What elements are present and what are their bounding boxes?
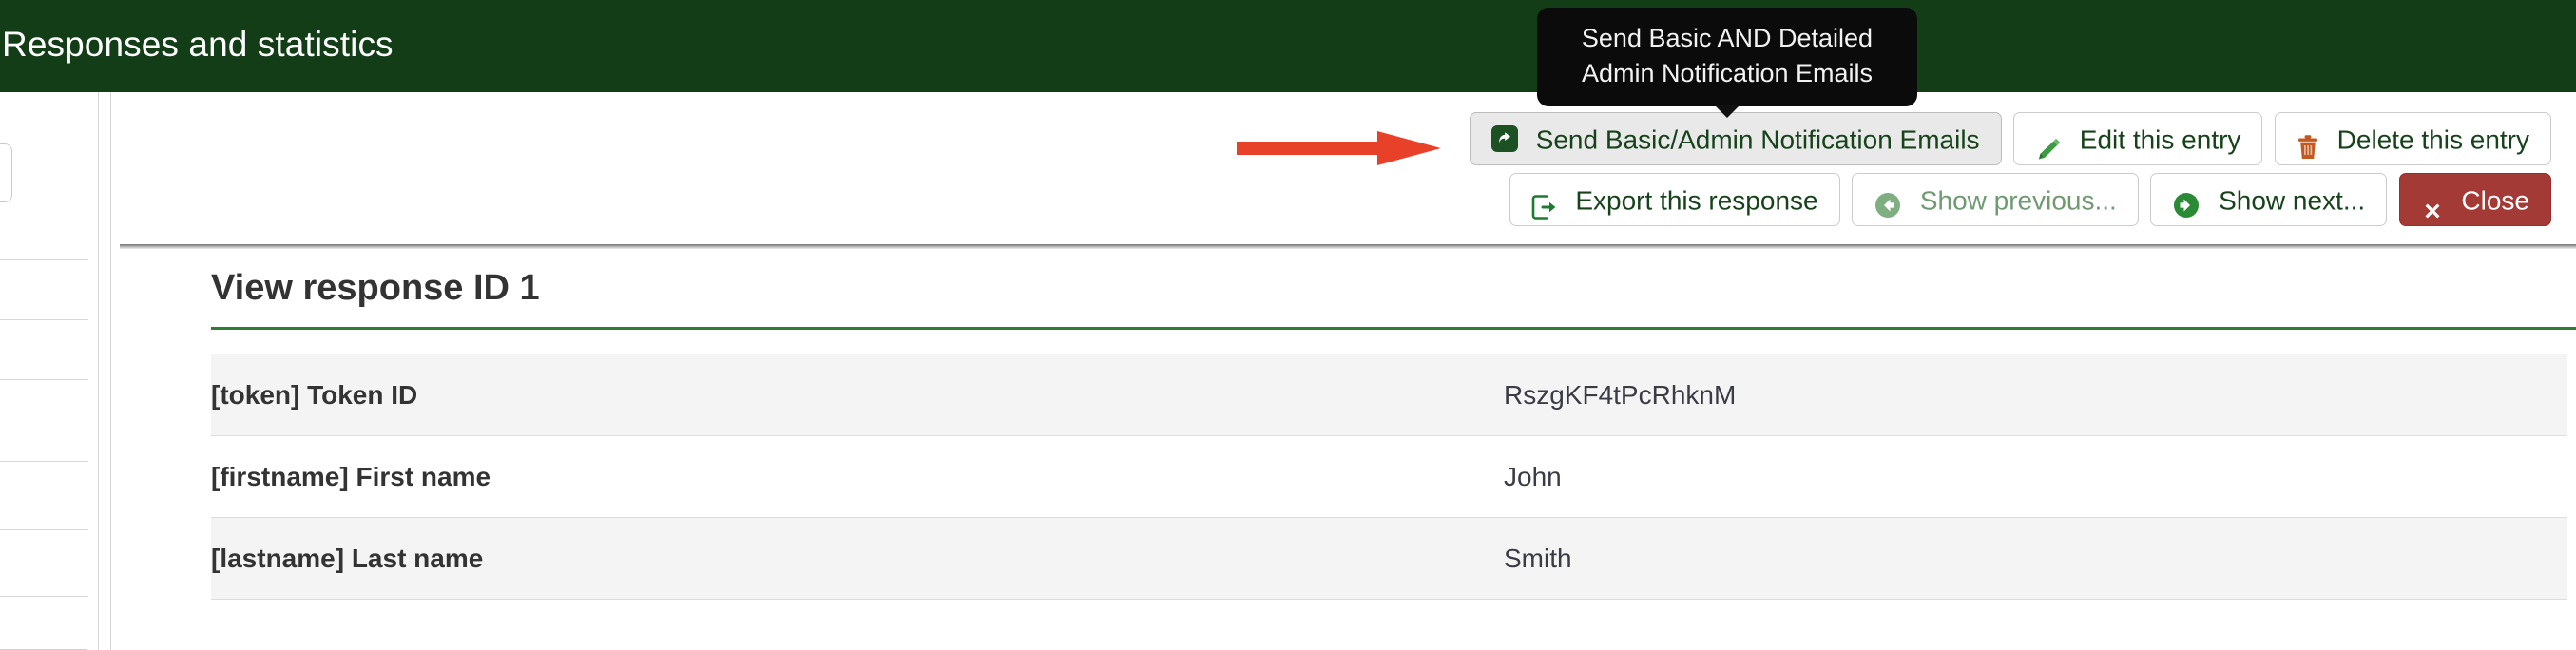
- tooltip-pointer-icon: [1715, 105, 1740, 118]
- delete-entry-button[interactable]: Delete this entry: [2274, 112, 2551, 165]
- page-title: View response ID 1: [211, 268, 540, 308]
- response-table: [token] Token ID RszgKF4tPcRhknM [firstn…: [211, 354, 2567, 600]
- tooltip: Send Basic AND Detailed Admin Notificati…: [1537, 8, 1917, 118]
- background-divider: [0, 379, 88, 380]
- table-row: [firstname] First name John: [211, 435, 2567, 518]
- toolbar-divider: [120, 244, 2576, 249]
- background-divider: [0, 596, 88, 597]
- export-response-label: Export this response: [1575, 185, 1818, 216]
- show-next-label: Show next...: [2219, 185, 2366, 216]
- title-underline: [211, 327, 2576, 330]
- close-label: Close: [2461, 185, 2529, 216]
- edit-entry-label: Edit this entry: [2079, 124, 2241, 155]
- response-title-block: View response ID 1: [211, 268, 2576, 354]
- pencil-icon: [2035, 127, 2062, 160]
- background-left-strip: [98, 92, 111, 650]
- page-header-bar: Responses and statistics: [0, 0, 2576, 92]
- page-header-title: Responses and statistics: [2, 25, 394, 64]
- toolbar-row-primary: Send Basic/Admin Notification Emails Edi…: [650, 112, 2551, 165]
- share-square-icon: [1490, 124, 1518, 152]
- table-cell-answer: John: [1504, 435, 2567, 518]
- table-cell-question: [token] Token ID: [211, 354, 1504, 436]
- background-divider: [0, 529, 88, 530]
- app-screen: Responses and statistics Send Basic/Admi…: [0, 0, 2576, 650]
- background-divider: [0, 259, 88, 260]
- table-cell-question: [firstname] First name: [211, 435, 1504, 518]
- background-rounded-box: [0, 143, 12, 202]
- export-icon: [1531, 186, 1558, 220]
- table-cell-answer: RszgKF4tPcRhknM: [1504, 354, 2567, 436]
- response-toolbar: Send Basic/Admin Notification Emails Edi…: [650, 112, 2551, 226]
- annotation-arrow-icon: [1237, 131, 1441, 165]
- background-left-panel: [0, 92, 88, 650]
- trash-icon: [2297, 126, 2319, 159]
- background-divider: [0, 461, 88, 462]
- table-cell-answer: Smith: [1504, 517, 2567, 600]
- response-panel: Send Basic/Admin Notification Emails Edi…: [111, 92, 2576, 650]
- close-button[interactable]: Close: [2398, 173, 2551, 226]
- times-icon: [2421, 188, 2444, 219]
- toolbar-row-secondary: Export this response Show previous... Sh…: [650, 173, 2551, 226]
- show-next-button[interactable]: Show next...: [2150, 173, 2388, 226]
- background-divider: [0, 319, 88, 320]
- delete-entry-label: Delete this entry: [2336, 124, 2529, 155]
- show-previous-button[interactable]: Show previous...: [1852, 173, 2139, 226]
- tooltip-text: Send Basic AND Detailed Admin Notificati…: [1581, 24, 1874, 87]
- send-notification-emails-label: Send Basic/Admin Notification Emails: [1535, 124, 1980, 155]
- table-row: [token] Token ID RszgKF4tPcRhknM: [211, 354, 2567, 436]
- circle-arrow-right-icon: [2172, 185, 2201, 218]
- table-row: [lastname] Last name Smith: [211, 517, 2567, 600]
- edit-entry-button[interactable]: Edit this entry: [2013, 112, 2263, 165]
- send-notification-emails-button[interactable]: Send Basic/Admin Notification Emails: [1469, 112, 2002, 165]
- export-response-button[interactable]: Export this response: [1509, 173, 1840, 226]
- table-cell-question: [lastname] Last name: [211, 517, 1504, 600]
- show-previous-label: Show previous...: [1919, 185, 2117, 216]
- circle-arrow-left-icon: [1874, 185, 1902, 218]
